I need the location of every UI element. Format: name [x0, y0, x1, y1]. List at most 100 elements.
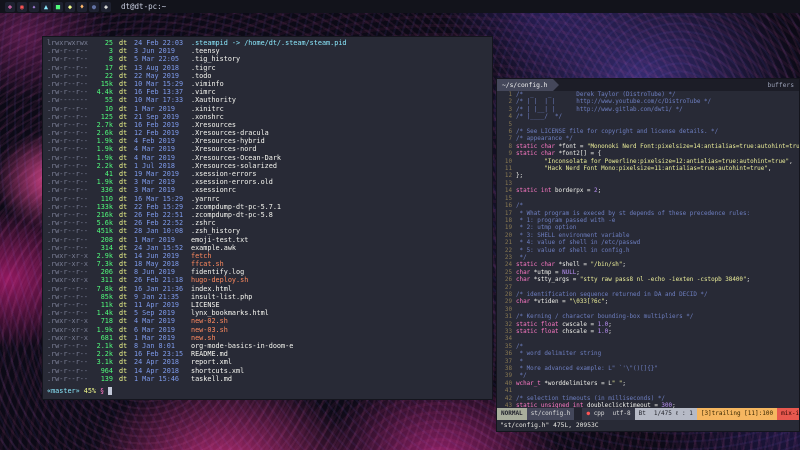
file-row[interactable]: .rwxr-xr-x681dt1 Mar 2019new.sh: [47, 334, 488, 342]
file-row[interactable]: .rw-------55dt10 Mar 17:33.Xauthority: [47, 96, 488, 104]
file-row[interactable]: .rwxr-xr-x2.9kdt14 Jun 2019fetch: [47, 252, 488, 260]
file-manager-terminal-window[interactable]: lrwxrwxrwx25dt24 Feb 22:03.steampid -> /…: [42, 36, 493, 400]
file-row[interactable]: .rw-r--r--2.2kdt16 Feb 23:15README.md: [47, 350, 488, 358]
code-line[interactable]: 4/* |____/ */: [497, 114, 799, 121]
code-line[interactable]: 37 *: [497, 359, 799, 366]
code-line[interactable]: 3/* | |__| | http://www.gitlab.com/dwt1/…: [497, 107, 799, 114]
workspace-1-button[interactable]: ❖: [5, 2, 15, 12]
code-line[interactable]: 34: [497, 336, 799, 343]
workspace-6-button[interactable]: ◆: [65, 2, 75, 12]
file-row[interactable]: .rw-r--r--7.8kdt16 Jan 21:36index.html: [47, 285, 488, 293]
code-line[interactable]: 6/* See LICENSE file for copyright and l…: [497, 129, 799, 136]
file-row[interactable]: .rw-r--r--1.4kdt5 Sep 2019lynx_bookmarks…: [47, 309, 488, 317]
code-line[interactable]: 23 */: [497, 255, 799, 262]
code-line[interactable]: 28/* identification sequence returned in…: [497, 292, 799, 299]
file-row[interactable]: .rw-r--r--2.2kdt1 Jul 2018.Xresources-so…: [47, 162, 488, 170]
file-row[interactable]: .rwxr-xr-x718dt4 Mar 2019new-02.sh: [47, 317, 488, 325]
file-row[interactable]: .rw-r--r--451kdt28 Jan 10:08.zsh_history: [47, 227, 488, 235]
code-line[interactable]: 11 "Hack Nerd Font Mono:pixelsize=11:ant…: [497, 166, 799, 173]
file-row[interactable]: .rw-r--r--2.1kdt8 Jan 8:01org-mode-basic…: [47, 342, 488, 350]
file-row[interactable]: .rw-r--r--3dt3 Jun 2019.teensy: [47, 47, 488, 55]
code-line[interactable]: 42/* selection timeouts (in milliseconds…: [497, 396, 799, 403]
workspace-8-button[interactable]: ●: [89, 2, 99, 12]
workspace-9-button[interactable]: ◈: [101, 2, 111, 12]
file-row[interactable]: .rw-r--r--15kdt10 Mar 15:29.viminfo: [47, 80, 488, 88]
code-line[interactable]: 29char *vtiden = "\033[?6c";: [497, 299, 799, 306]
buffers-label[interactable]: buffers: [767, 82, 799, 89]
file-row[interactable]: .rw-r--r--1.9kdt4 Mar 2019.Xresources-Oc…: [47, 154, 488, 162]
file-row[interactable]: .rwxr-xr-x7.3kdt18 May 2018ffcat.sh: [47, 260, 488, 268]
code-line[interactable]: 25char *utmp = NULL;: [497, 270, 799, 277]
workspace-2-button[interactable]: ◉: [17, 2, 27, 12]
code-line[interactable]: 38 * More advanced example: L" `'\"()[]{…: [497, 366, 799, 373]
workspace-3-button[interactable]: ✦: [29, 2, 39, 12]
file-row[interactable]: .rwxr-xr-x1.9kdt6 Mar 2019new-03.sh: [47, 326, 488, 334]
workspace-4-button[interactable]: ▲: [41, 2, 51, 12]
file-row[interactable]: .rw-r--r--314dt24 Jan 15:52example.awk: [47, 244, 488, 252]
file-row[interactable]: .rw-r--r--1.9kdt4 Feb 2019.Xresources-hy…: [47, 137, 488, 145]
file-row[interactable]: .rw-r--r--125dt21 Sep 2019.xonshrc: [47, 113, 488, 121]
file-row[interactable]: .rw-r--r--85kdt9 Jan 21:35insult-list.ph…: [47, 293, 488, 301]
code-line[interactable]: 16/*: [497, 203, 799, 210]
tab-config-h[interactable]: ~/s/config.h: [497, 79, 553, 91]
code-line[interactable]: 18 * 1: program passed with -e: [497, 218, 799, 225]
workspace-7-button[interactable]: ♦: [77, 2, 87, 12]
file-row[interactable]: .rw-r--r--41dt19 Mar 2019.xsession-error…: [47, 170, 488, 178]
code-line[interactable]: 10 "Inconsolata for Powerline:pixelsize=…: [497, 159, 799, 166]
code-line[interactable]: 24static char *shell = "/bin/sh";: [497, 262, 799, 269]
file-row[interactable]: .rw-r--r--2.7kdt16 Feb 2019.Xresources: [47, 121, 488, 129]
file-row[interactable]: .rw-r--r--4.4kdt16 Feb 13:37.vimrc: [47, 88, 488, 96]
code-line[interactable]: 20 * 3: SHELL environment variable: [497, 233, 799, 240]
code-line[interactable]: 15: [497, 196, 799, 203]
file-row[interactable]: .rw-r--r--22dt22 May 2019.todo: [47, 72, 488, 80]
file-row[interactable]: .rw-r--r--1.9kdt3 Mar 2019.xsession-erro…: [47, 178, 488, 186]
code-line[interactable]: 2/* | | | | http://www.youtube.com/c/Dis…: [497, 99, 799, 106]
code-line[interactable]: 7/* appearance */: [497, 136, 799, 143]
code-line[interactable]: 27: [497, 285, 799, 292]
code-line[interactable]: 9static char *font2[] = {: [497, 151, 799, 158]
code-line[interactable]: 8static char *font = "Mononoki Nerd Font…: [497, 144, 799, 151]
file-row[interactable]: .rw-r--r--139dt1 Mar 15:46taskell.md: [47, 375, 488, 383]
workspace-5-button[interactable]: ■: [53, 2, 63, 12]
file-row[interactable]: .rw-r--r--11kdt11 Apr 2019LICENSE: [47, 301, 488, 309]
file-row[interactable]: .rw-r--r--964dt14 Apr 2018shortcuts.xml: [47, 367, 488, 375]
code-line[interactable]: 13: [497, 181, 799, 188]
file-row[interactable]: .rw-r--r--216kdt26 Feb 22:51.zcompdump-d…: [47, 211, 488, 219]
file-row[interactable]: .rw-r--r--1.9kdt4 Mar 2019.Xresources-no…: [47, 145, 488, 153]
vim-command-line[interactable]: "st/config.h" 475L, 20953C: [497, 420, 799, 431]
file-row[interactable]: .rw-r--r--2.6kdt12 Feb 2019.Xresources-d…: [47, 129, 488, 137]
code-line[interactable]: 40wchar_t *worddelimiters = L" ";: [497, 381, 799, 388]
file-row[interactable]: .rw-r--r--17dt13 Aug 2018.tigrc: [47, 64, 488, 72]
code-line[interactable]: 36 * word delimiter string: [497, 351, 799, 358]
code-line[interactable]: 14static int borderpx = 2;: [497, 188, 799, 195]
code-line[interactable]: 19 * 2: utmp option: [497, 225, 799, 232]
file-row[interactable]: .rw-r--r--133kdt22 Feb 15:29.zcompdump-d…: [47, 203, 488, 211]
file-row[interactable]: .rw-r--r--8dt5 Mar 22:05.tig_history: [47, 55, 488, 63]
file-row[interactable]: .rw-r--r--10dt1 Mar 2019.xinitrc: [47, 105, 488, 113]
code-line[interactable]: 33static float chscale = 1.0;: [497, 329, 799, 336]
editor-buffer[interactable]: 1/* _ _ Derek Taylor (DistroTube) */2/* …: [497, 91, 799, 408]
file-row[interactable]: lrwxrwxrwx25dt24 Feb 22:03.steampid -> /…: [47, 39, 488, 47]
shell-prompt[interactable]: «master» 45% §: [47, 387, 488, 396]
code-line[interactable]: 21 * 4: value of shell in /etc/passwd: [497, 240, 799, 247]
code-line[interactable]: 22 * 5: value of shell in config.h: [497, 248, 799, 255]
code-line[interactable]: 26char *stty_args = "stty raw pass8 nl -…: [497, 277, 799, 284]
file-row[interactable]: .rw-r--r--206dt8 Jun 2019fidentify.log: [47, 268, 488, 276]
file-row[interactable]: .rw-r--r--208dt1 Mar 2019emoji-test.txt: [47, 236, 488, 244]
code-line[interactable]: 17 * What program is execed by st depend…: [497, 211, 799, 218]
file-row[interactable]: .rw-r--r--336dt3 Mar 2019.xsessionrc: [47, 186, 488, 194]
editor-terminal-window[interactable]: ~/s/config.h buffers 1/* _ _ Derek Taylo…: [496, 78, 800, 432]
code-line[interactable]: 5: [497, 122, 799, 129]
code-line[interactable]: 1/* _ _ Derek Taylor (DistroTube) */: [497, 92, 799, 99]
code-line[interactable]: 32static float cwscale = 1.0;: [497, 322, 799, 329]
file-row[interactable]: .rw-r--r--110dt16 Mar 15:29.yarnrc: [47, 195, 488, 203]
file-row[interactable]: .rwxr-xr-x311dt26 Feb 21:18hugo-deploy.s…: [47, 276, 488, 284]
code-line[interactable]: 30: [497, 307, 799, 314]
code-line[interactable]: 35/*: [497, 344, 799, 351]
code-line[interactable]: 39 */: [497, 373, 799, 380]
file-row[interactable]: .rw-r--r--3.1kdt24 Apr 2018report.xml: [47, 358, 488, 366]
code-line[interactable]: 31/* Kerning / character bounding-box mu…: [497, 314, 799, 321]
code-line[interactable]: 12};: [497, 173, 799, 180]
file-row[interactable]: .rw-r--r--5.6kdt26 Feb 22:52.zshrc: [47, 219, 488, 227]
code-line[interactable]: 41: [497, 388, 799, 395]
